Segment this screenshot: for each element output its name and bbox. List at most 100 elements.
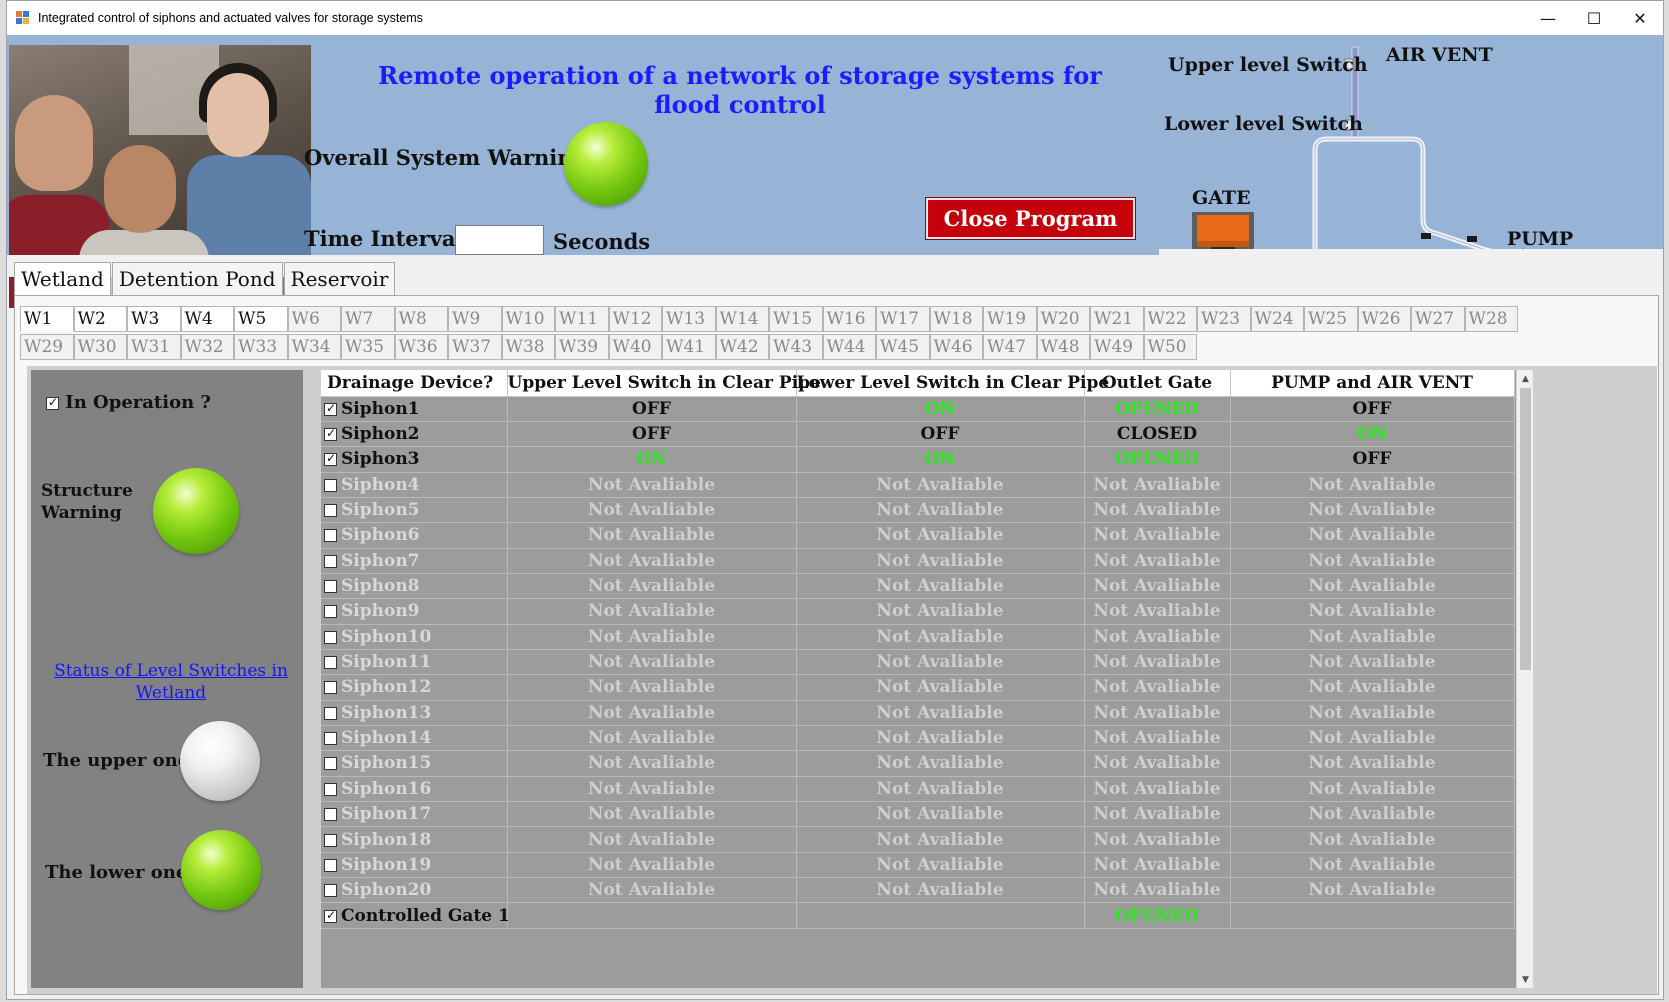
tab-w36[interactable]: W36	[394, 334, 448, 360]
in-operation-row[interactable]: In Operation ?	[46, 392, 211, 413]
tab-w42[interactable]: W42	[715, 334, 769, 360]
table-row[interactable]: Siphon9 Not Avaliable Not Avaliable Not Ava…	[321, 598, 1515, 625]
table-row[interactable]: Siphon7 Not Avaliable Not Avaliable Not Ava…	[321, 548, 1515, 574]
device-cell[interactable]: Siphon3	[321, 446, 508, 473]
table-row[interactable]: Siphon15 Not Avaliable Not Avaliable Not Av…	[321, 750, 1515, 777]
level-switch-status-link[interactable]: Status of Level Switches in Wetland	[51, 660, 291, 704]
tab-w30[interactable]: W30	[73, 334, 127, 360]
tab-reservoir[interactable]: Reservoir	[283, 262, 396, 296]
tab-w35[interactable]: W35	[341, 334, 395, 360]
device-checkbox[interactable]	[324, 884, 337, 898]
close-program-button[interactable]: Close Program	[925, 197, 1136, 240]
device-cell[interactable]: Siphon6	[321, 522, 508, 549]
tab-w48[interactable]: W48	[1036, 334, 1090, 360]
col-header-pump-air-vent[interactable]: PUMP and AIR VENT	[1230, 370, 1515, 397]
table-row[interactable]: Siphon14 Not Avaliable Not Avaliable Not Av…	[321, 725, 1515, 752]
device-checkbox[interactable]	[324, 554, 337, 568]
tab-w2[interactable]: W2	[73, 306, 127, 332]
tab-w8[interactable]: W8	[394, 306, 448, 332]
device-checkbox[interactable]	[324, 782, 337, 796]
tab-w45[interactable]: W45	[876, 334, 930, 360]
col-header-upper-switch[interactable]: Upper Level Switch in Clear Pipe	[507, 370, 821, 397]
tab-w19[interactable]: W19	[983, 306, 1037, 332]
tab-w22[interactable]: W22	[1143, 306, 1197, 332]
tab-w16[interactable]: W16	[822, 306, 876, 332]
tab-detention-pond[interactable]: Detention Pond	[111, 262, 283, 296]
tab-w37[interactable]: W37	[448, 334, 502, 360]
table-row[interactable]: Siphon4 Not Avaliable Not Avaliable Not Ava…	[321, 472, 1515, 498]
tab-w40[interactable]: W40	[608, 334, 662, 360]
table-row[interactable]: Siphon13 Not Avaliable Not Avaliable Not Av…	[321, 700, 1515, 726]
device-cell[interactable]: Siphon16	[321, 776, 508, 803]
device-cell[interactable]: Siphon17	[321, 801, 508, 828]
device-checkbox[interactable]	[324, 580, 337, 594]
tab-w13[interactable]: W13	[662, 306, 716, 332]
time-interval-input[interactable]	[455, 225, 544, 255]
device-cell[interactable]: Siphon1	[321, 396, 508, 422]
device-cell[interactable]: Siphon12	[321, 674, 508, 701]
device-checkbox[interactable]	[324, 478, 337, 492]
tab-w23[interactable]: W23	[1197, 306, 1251, 332]
tab-w4[interactable]: W4	[180, 306, 234, 332]
table-row[interactable]: Siphon19 Not Avaliable Not Avaliable Not Av…	[321, 852, 1515, 879]
table-row[interactable]: Siphon6 Not Avaliable Not Avaliable Not Ava…	[321, 522, 1515, 549]
device-checkbox[interactable]	[324, 706, 337, 720]
title-bar[interactable]: Integrated control of siphons and actuat…	[7, 1, 1663, 35]
table-row[interactable]: Siphon8 Not Avaliable Not Avaliable Not Ava…	[321, 573, 1515, 600]
tab-w26[interactable]: W26	[1357, 306, 1411, 332]
tab-w11[interactable]: W11	[555, 306, 609, 332]
tab-w12[interactable]: W12	[608, 306, 662, 332]
tab-w28[interactable]: W28	[1464, 306, 1518, 332]
tab-w18[interactable]: W18	[929, 306, 983, 332]
tab-w29[interactable]: W29	[20, 334, 74, 360]
device-cell[interactable]: Siphon11	[321, 649, 508, 676]
tab-w14[interactable]: W14	[715, 306, 769, 332]
device-checkbox[interactable]	[324, 833, 337, 847]
device-cell[interactable]: Siphon4	[321, 472, 508, 498]
tab-w33[interactable]: W33	[234, 334, 288, 360]
maximize-button[interactable]: ☐	[1571, 1, 1617, 35]
grid-scrollbar[interactable]: ▲ ▼	[1516, 370, 1533, 988]
device-cell[interactable]: Siphon10	[321, 624, 508, 650]
tab-w34[interactable]: W34	[287, 334, 341, 360]
tab-w44[interactable]: W44	[822, 334, 876, 360]
col-header-lower-switch[interactable]: Lower Level Switch in Clear Pipe	[796, 370, 1109, 397]
device-cell[interactable]: Siphon9	[321, 598, 508, 625]
col-header-device[interactable]: Drainage Device?	[321, 370, 508, 397]
table-row[interactable]: Siphon12 Not Avaliable Not Avaliable Not Av…	[321, 674, 1515, 701]
tab-w47[interactable]: W47	[983, 334, 1037, 360]
device-checkbox[interactable]	[324, 656, 337, 670]
device-cell[interactable]: Siphon14	[321, 725, 508, 752]
device-cell[interactable]: Controlled Gate 1	[321, 902, 510, 929]
tab-w43[interactable]: W43	[769, 334, 823, 360]
tab-w39[interactable]: W39	[555, 334, 609, 360]
col-header-outlet-gate[interactable]: Outlet Gate	[1084, 370, 1231, 397]
table-row[interactable]: Siphon2OFFOFFCLOSEDON	[321, 421, 1515, 448]
tab-w38[interactable]: W38	[501, 334, 555, 360]
device-cell[interactable]: Siphon13	[321, 700, 508, 726]
table-row[interactable]: Controlled Gate 1 OPENED	[321, 902, 1515, 929]
tab-w32[interactable]: W32	[180, 334, 234, 360]
tab-w49[interactable]: W49	[1090, 334, 1144, 360]
device-cell[interactable]: Siphon15	[321, 750, 508, 777]
tab-w10[interactable]: W10	[501, 306, 555, 332]
tab-w17[interactable]: W17	[876, 306, 930, 332]
tab-w46[interactable]: W46	[929, 334, 983, 360]
tab-w7[interactable]: W7	[341, 306, 395, 332]
device-cell[interactable]: Siphon7	[321, 548, 508, 574]
tab-w25[interactable]: W25	[1304, 306, 1358, 332]
device-checkbox[interactable]	[324, 605, 337, 619]
scroll-down-arrow[interactable]: ▼	[1517, 971, 1533, 988]
tab-w20[interactable]: W20	[1036, 306, 1090, 332]
table-row[interactable]: Siphon10 Not Avaliable Not Avaliable Not Av…	[321, 624, 1515, 650]
device-checkbox[interactable]	[324, 858, 337, 872]
device-checkbox[interactable]	[324, 426, 337, 442]
tab-w27[interactable]: W27	[1411, 306, 1465, 332]
device-checkbox[interactable]	[324, 681, 337, 695]
device-cell[interactable]: Siphon8	[321, 573, 508, 600]
in-operation-checkbox[interactable]	[46, 395, 59, 410]
tab-w6[interactable]: W6	[287, 306, 341, 332]
tab-w5[interactable]: W5	[234, 306, 288, 332]
device-cell[interactable]: Siphon18	[321, 826, 508, 853]
tab-w41[interactable]: W41	[662, 334, 716, 360]
